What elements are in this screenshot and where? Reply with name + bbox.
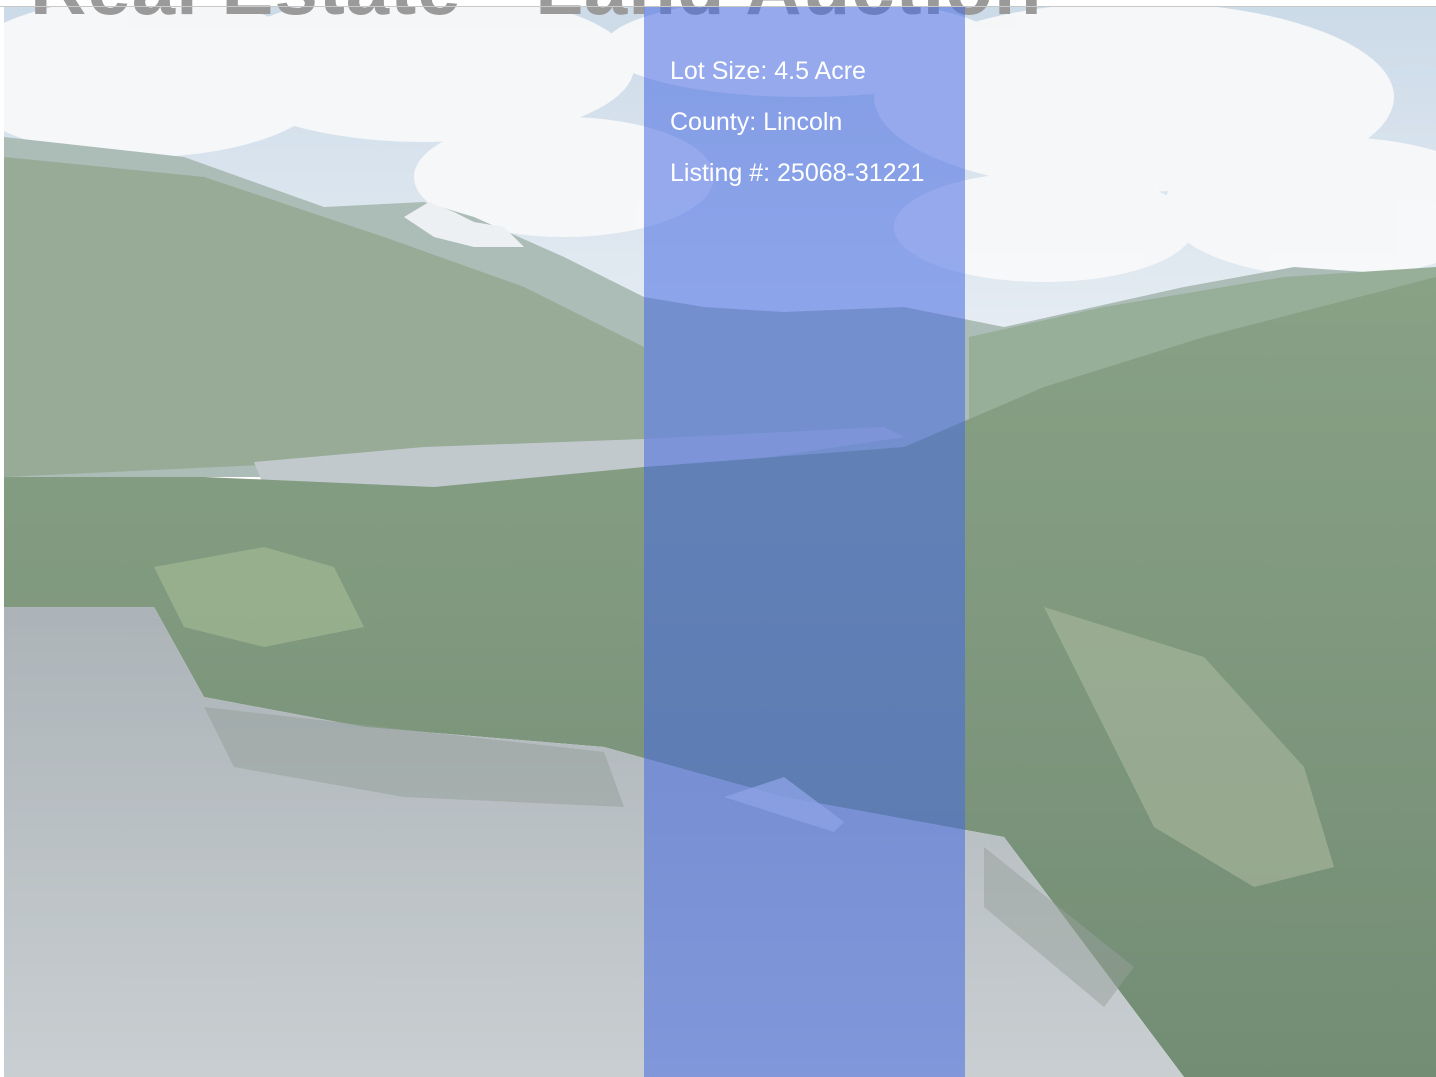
listing-number-text: Listing #: 25068-31221: [670, 159, 925, 187]
county-text: County: Lincoln: [670, 108, 843, 136]
lot-size-text: Lot Size: 4.5 Acre: [670, 57, 866, 85]
listing-info-panel: Lot Size: 4.5 Acre County: Lincoln Listi…: [644, 7, 965, 1077]
listing-page: Real Estate • Land Auction: [0, 0, 1436, 1077]
